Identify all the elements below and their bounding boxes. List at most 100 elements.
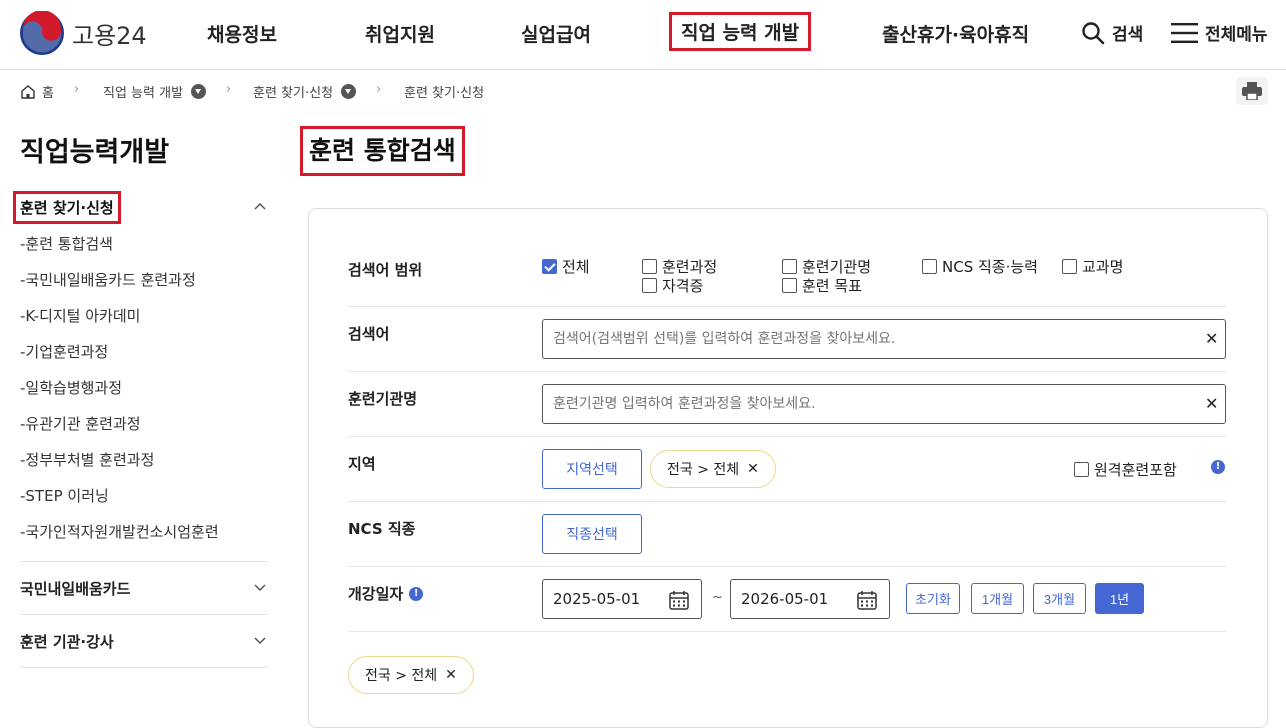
row-divider bbox=[348, 566, 1226, 567]
row-divider bbox=[348, 436, 1226, 437]
scope-checkbox-goal[interactable]: 훈련 목표 bbox=[782, 275, 862, 296]
date-reset-button[interactable]: 초기화 bbox=[906, 583, 960, 614]
search-icon bbox=[1082, 21, 1105, 44]
breadcrumb-level2-label: 훈련 찾기·신청 bbox=[253, 86, 334, 101]
sidebar-group-training-search[interactable]: 훈련 찾기·신청 bbox=[13, 191, 121, 224]
dropdown-icon[interactable] bbox=[341, 84, 357, 99]
date-separator: ~ bbox=[712, 590, 723, 605]
checkbox-icon[interactable] bbox=[642, 278, 657, 293]
breadcrumb: 홈 › 직업 능력 개발 › 훈련 찾기·신청 › 훈련 찾기·신청 bbox=[0, 71, 1286, 111]
row-divider bbox=[348, 306, 1226, 307]
region-chip-label: 전국 > 전체 bbox=[667, 462, 740, 478]
sidebar-group-learning-card[interactable]: 국민내일배움카드 bbox=[20, 578, 130, 599]
checkbox-icon[interactable] bbox=[922, 259, 937, 274]
checkbox-icon[interactable] bbox=[782, 259, 797, 274]
scope-checkbox-course[interactable]: 훈련과정 bbox=[642, 256, 717, 277]
breadcrumb-level1[interactable]: 직업 능력 개발 bbox=[103, 82, 207, 101]
region-chip[interactable]: 전국 > 전체 ✕ bbox=[650, 450, 776, 488]
row-divider bbox=[348, 371, 1226, 372]
nav-unemployment-benefit[interactable]: 실업급여 bbox=[521, 20, 591, 47]
breadcrumb-level1-label: 직업 능력 개발 bbox=[103, 86, 184, 101]
start-date-input[interactable]: 2025-05-01 bbox=[542, 579, 702, 619]
dropdown-icon[interactable] bbox=[191, 84, 207, 99]
nav-jobs[interactable]: 채용정보 bbox=[207, 20, 277, 47]
checkbox-checked-icon[interactable] bbox=[542, 259, 557, 274]
date-3month-button[interactable]: 3개월 bbox=[1033, 583, 1086, 614]
ncs-select-button[interactable]: 직종선택 bbox=[542, 514, 642, 554]
clear-icon[interactable]: ✕ bbox=[1205, 394, 1218, 413]
scope-checkbox-ncs[interactable]: NCS 직종·능력 bbox=[922, 256, 1038, 277]
checkbox-icon[interactable] bbox=[642, 259, 657, 274]
clear-icon[interactable]: ✕ bbox=[1205, 329, 1218, 348]
scope-checkbox-institution[interactable]: 훈련기관명 bbox=[782, 256, 871, 277]
sidebar-item-related-agency[interactable]: -유관기관 훈련과정 bbox=[20, 413, 141, 434]
header-search-button[interactable]: 검색 bbox=[1081, 20, 1143, 45]
nav-vocational-training[interactable]: 직업 능력 개발 bbox=[669, 12, 812, 51]
sidebar-item-integrated-search[interactable]: -훈련 통합검색 bbox=[20, 233, 113, 254]
region-select-button[interactable]: 지역선택 bbox=[542, 449, 642, 489]
sidebar-item-learning-card-course[interactable]: -국민내일배움카드 훈련과정 bbox=[20, 269, 196, 290]
chevron-down-icon[interactable] bbox=[254, 637, 266, 645]
remote-training-checkbox[interactable]: 원격훈련포함 bbox=[1074, 459, 1177, 480]
breadcrumb-level3: 훈련 찾기·신청 bbox=[404, 82, 484, 101]
sidebar-item-government-ministry[interactable]: -정부부처별 훈련과정 bbox=[20, 449, 154, 470]
start-date-value: 2025-05-01 bbox=[553, 590, 641, 608]
sidebar-divider bbox=[20, 561, 268, 562]
scope-label: 검색어 범위 bbox=[348, 261, 423, 279]
breadcrumb-level3-label: 훈련 찾기·신청 bbox=[404, 86, 485, 101]
info-icon[interactable]: ! bbox=[409, 586, 424, 601]
chevron-up-icon[interactable] bbox=[254, 202, 266, 210]
breadcrumb-home[interactable]: 홈 bbox=[20, 82, 54, 101]
breadcrumb-level2[interactable]: 훈련 찾기·신청 bbox=[253, 82, 357, 101]
scope-option-label: 전체 bbox=[562, 258, 590, 276]
nav-employment-support[interactable]: 취업지원 bbox=[365, 20, 435, 47]
sidebar-item-k-digital[interactable]: -K-디지털 아카데미 bbox=[20, 305, 140, 326]
scope-checkbox-certificate[interactable]: 자격증 bbox=[642, 275, 703, 296]
scope-checkbox-subject[interactable]: 교과명 bbox=[1062, 256, 1123, 277]
date-1month-button[interactable]: 1개월 bbox=[971, 583, 1024, 614]
close-icon[interactable]: ✕ bbox=[747, 461, 759, 477]
sidebar-title: 직업능력개발 bbox=[20, 137, 170, 168]
calendar-icon[interactable] bbox=[857, 590, 877, 610]
scope-checkbox-all[interactable]: 전체 bbox=[542, 256, 590, 277]
header-menu-button[interactable]: 전체메뉴 bbox=[1171, 20, 1268, 45]
date-label-text: 개강일자 bbox=[348, 585, 404, 603]
sidebar-item-step-elearning[interactable]: -STEP 이러닝 bbox=[20, 485, 109, 506]
print-button[interactable] bbox=[1236, 77, 1268, 105]
logo-text: 고용24 bbox=[72, 21, 147, 50]
date-1year-button[interactable]: 1년 bbox=[1095, 583, 1144, 614]
scope-option-label: 훈련기관명 bbox=[802, 258, 872, 276]
checkbox-icon[interactable] bbox=[1062, 259, 1077, 274]
scope-option-label: 자격증 bbox=[662, 277, 704, 295]
logo[interactable]: 고용24 bbox=[20, 11, 147, 55]
institution-input[interactable] bbox=[542, 384, 1226, 424]
nav-parental-leave[interactable]: 출산휴가·육아휴직 bbox=[882, 20, 1029, 47]
home-icon bbox=[21, 84, 35, 99]
close-icon[interactable]: ✕ bbox=[445, 667, 457, 683]
sidebar-item-consortium[interactable]: -국가인적자원개발컨소시엄훈련 bbox=[20, 521, 219, 542]
keyword-input[interactable] bbox=[542, 319, 1226, 359]
calendar-icon[interactable] bbox=[669, 590, 689, 610]
sidebar-item-corporate-training[interactable]: -기업훈련과정 bbox=[20, 341, 108, 362]
breadcrumb-home-label: 홈 bbox=[42, 86, 54, 101]
sidebar-group-institution[interactable]: 훈련 기관·강사 bbox=[20, 631, 114, 652]
site-header: 고용24 채용정보 취업지원 실업급여 직업 능력 개발 출산휴가·육아휴직 검… bbox=[0, 0, 1286, 70]
header-menu-label: 전체메뉴 bbox=[1205, 25, 1268, 45]
region-label: 지역 bbox=[348, 455, 376, 473]
info-icon[interactable]: ! bbox=[1211, 460, 1225, 474]
header-search-label: 검색 bbox=[1112, 25, 1144, 45]
scope-option-label: 훈련 목표 bbox=[802, 277, 862, 295]
taegeuk-logo-icon bbox=[20, 11, 64, 55]
checkbox-icon[interactable] bbox=[782, 278, 797, 293]
sidebar-item-work-learning[interactable]: -일학습병행과정 bbox=[20, 377, 122, 398]
date-label: 개강일자 ! bbox=[348, 583, 424, 604]
sidebar-divider bbox=[20, 614, 268, 615]
checkbox-icon[interactable] bbox=[1074, 462, 1089, 477]
chevron-down-icon[interactable] bbox=[254, 584, 266, 592]
selected-filter-chip[interactable]: 전국 > 전체 ✕ bbox=[348, 656, 474, 694]
printer-icon bbox=[1242, 82, 1262, 100]
end-date-input[interactable]: 2026-05-01 bbox=[730, 579, 890, 619]
breadcrumb-separator: › bbox=[74, 82, 80, 97]
remote-training-label: 원격훈련포함 bbox=[1094, 461, 1177, 479]
page-title: 훈련 통합검색 bbox=[300, 126, 465, 176]
